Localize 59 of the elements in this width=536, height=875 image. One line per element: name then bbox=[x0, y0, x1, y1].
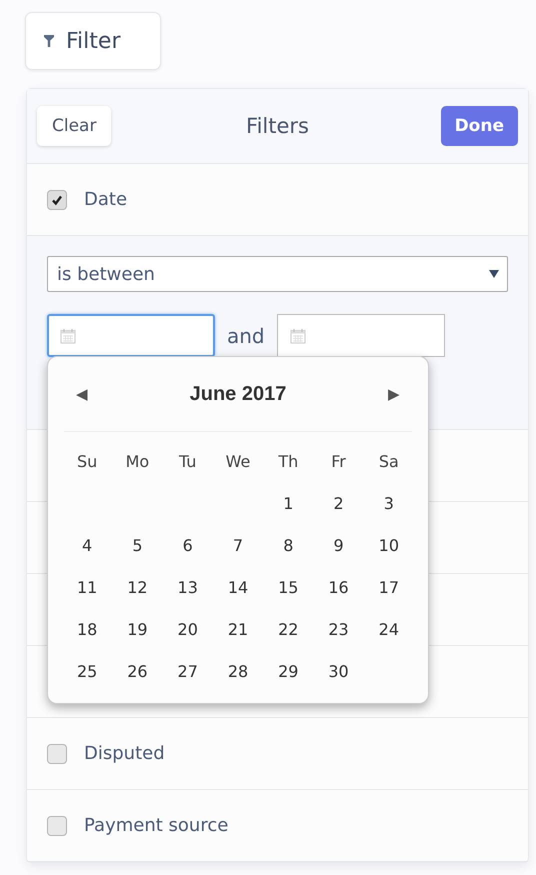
calendar-day[interactable]: 30 bbox=[328, 662, 349, 680]
calendar-day[interactable]: 28 bbox=[228, 662, 248, 680]
calendar-day[interactable]: 29 bbox=[278, 662, 298, 680]
calendar-day[interactable]: 17 bbox=[378, 578, 400, 596]
and-label: and bbox=[227, 324, 265, 348]
filter-label[interactable]: Payment source bbox=[84, 815, 228, 836]
checkbox[interactable] bbox=[47, 190, 67, 210]
calendar-day[interactable]: 16 bbox=[328, 578, 349, 596]
calendar-day[interactable]: 24 bbox=[378, 620, 400, 638]
weekday-label: Su bbox=[76, 450, 98, 472]
filter-label[interactable]: Date bbox=[84, 189, 128, 210]
check-icon bbox=[51, 194, 63, 206]
calendar-day[interactable]: 23 bbox=[328, 620, 349, 638]
calendar-day[interactable]: 18 bbox=[76, 620, 98, 638]
filter-label[interactable]: Disputed bbox=[84, 743, 165, 764]
calendar-day[interactable]: 21 bbox=[228, 620, 248, 638]
operator-dropdown[interactable]: is between bbox=[47, 256, 508, 292]
weekday-label: Fr bbox=[330, 450, 347, 472]
clear-button[interactable]: Clear bbox=[37, 106, 112, 146]
weekday-label: Mo bbox=[124, 450, 150, 472]
calendar-day[interactable]: 1 bbox=[283, 494, 294, 512]
calendar-day[interactable]: 20 bbox=[178, 620, 198, 638]
calendar-day[interactable]: 8 bbox=[283, 536, 294, 554]
calendar-day[interactable]: 14 bbox=[228, 578, 248, 596]
calendar-day[interactable]: 15 bbox=[278, 578, 298, 596]
calendar-icon bbox=[290, 328, 306, 344]
calendar-day[interactable]: 27 bbox=[178, 662, 198, 680]
weekday-label: We bbox=[224, 450, 252, 472]
calendar-day[interactable]: 9 bbox=[333, 536, 344, 554]
calendar-icon bbox=[60, 328, 76, 344]
calendar-day[interactable]: 4 bbox=[82, 536, 92, 554]
calendar-day[interactable]: 25 bbox=[76, 662, 98, 680]
filter-icon bbox=[44, 35, 54, 47]
calendar-day[interactable]: 13 bbox=[178, 578, 198, 596]
filter-button[interactable]: Filter bbox=[25, 12, 161, 70]
weekday-label: Th bbox=[277, 450, 300, 472]
calendar-day[interactable]: 6 bbox=[182, 536, 193, 554]
calendar-day[interactable]: 3 bbox=[384, 494, 394, 512]
month-title: June 2017 bbox=[190, 382, 286, 406]
calendar-day[interactable]: 12 bbox=[127, 578, 148, 596]
calendar-day[interactable]: 2 bbox=[333, 494, 344, 512]
dropdown-arrow-icon bbox=[489, 270, 499, 278]
end-date-field[interactable] bbox=[276, 314, 445, 357]
next-month-button[interactable]: ▶ bbox=[388, 385, 400, 403]
weekday-label: Tu bbox=[178, 450, 198, 472]
calendar-day[interactable]: 26 bbox=[127, 662, 148, 680]
calendar-day[interactable]: 7 bbox=[232, 536, 244, 554]
calendar-day[interactable]: 22 bbox=[278, 620, 298, 638]
start-date-field[interactable] bbox=[47, 314, 215, 357]
checkbox[interactable] bbox=[47, 744, 67, 764]
done-button[interactable]: Done bbox=[440, 106, 518, 146]
calendar-day[interactable]: 19 bbox=[127, 620, 148, 638]
calendar-day[interactable]: 10 bbox=[378, 536, 400, 554]
previous-month-button[interactable]: ◀ bbox=[76, 385, 88, 403]
calendar-day[interactable]: 11 bbox=[76, 578, 98, 596]
checkbox[interactable] bbox=[47, 816, 67, 836]
calendar-day[interactable]: 5 bbox=[132, 536, 143, 554]
panel-title: Filters bbox=[246, 114, 309, 138]
weekday-label: Sa bbox=[378, 450, 400, 472]
